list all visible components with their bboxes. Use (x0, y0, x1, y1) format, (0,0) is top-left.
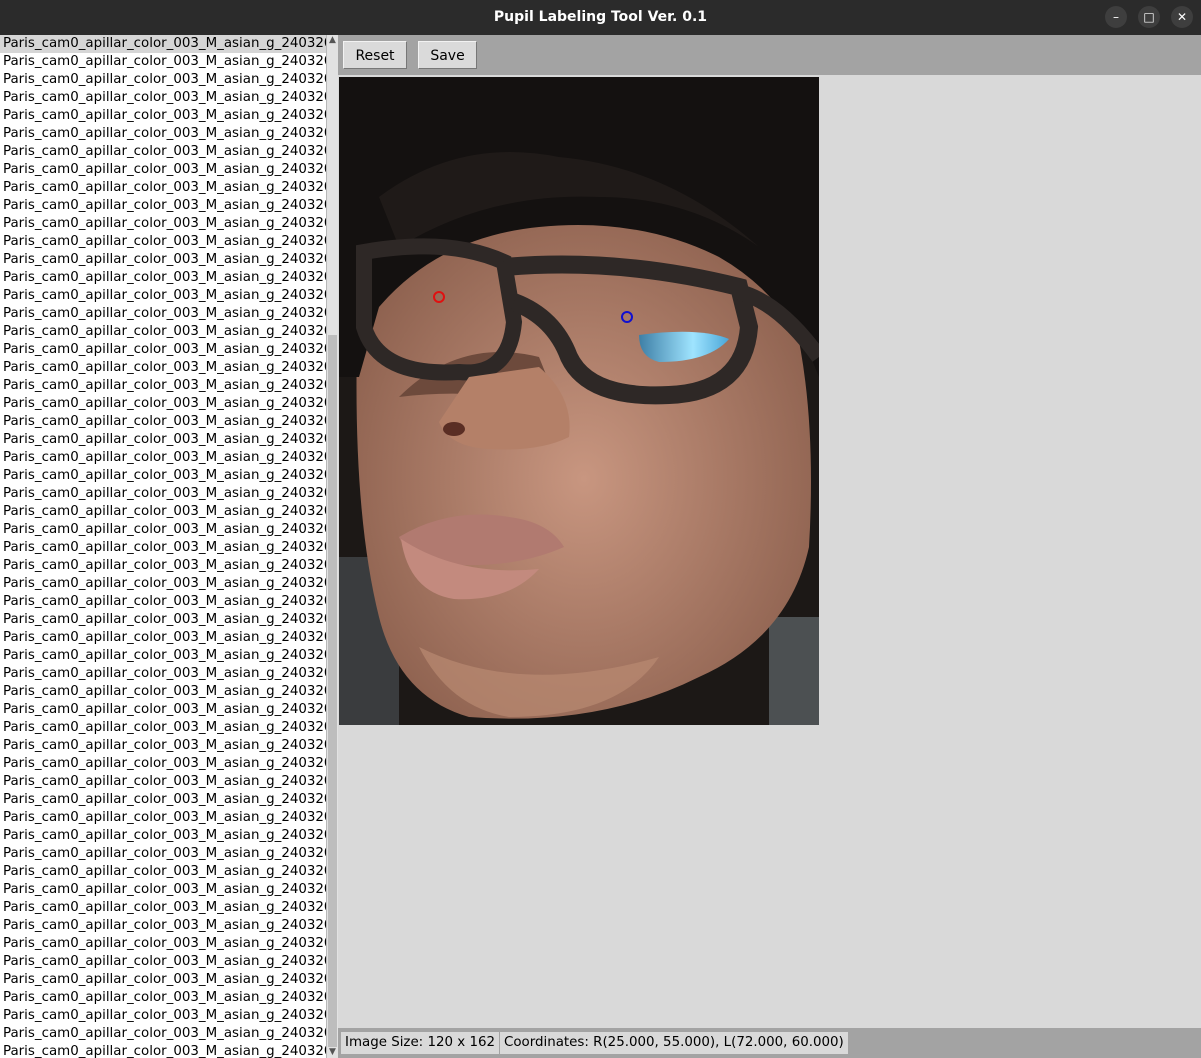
file-list-item[interactable]: Paris_cam0_apillar_color_003_M_asian_g_2… (0, 413, 326, 431)
save-button[interactable]: Save (418, 41, 477, 69)
image-size-label: Image Size: 120 x 162 (341, 1032, 500, 1054)
file-list-item[interactable]: Paris_cam0_apillar_color_003_M_asian_g_2… (0, 611, 326, 629)
file-list-item[interactable]: Paris_cam0_apillar_color_003_M_asian_g_2… (0, 881, 326, 899)
file-list-item[interactable]: Paris_cam0_apillar_color_003_M_asian_g_2… (0, 935, 326, 953)
file-list-item[interactable]: Paris_cam0_apillar_color_003_M_asian_g_2… (0, 323, 326, 341)
file-list-item[interactable]: Paris_cam0_apillar_color_003_M_asian_g_2… (0, 917, 326, 935)
window-title: Pupil Labeling Tool Ver. 0.1 (493, 9, 708, 25)
scroll-down-arrow-icon[interactable]: ▼ (327, 1047, 338, 1058)
file-list-item[interactable]: Paris_cam0_apillar_color_003_M_asian_g_2… (0, 71, 326, 89)
toolbar: Reset Save (338, 35, 1201, 75)
file-list-item[interactable]: Paris_cam0_apillar_color_003_M_asian_g_2… (0, 161, 326, 179)
file-list-item[interactable]: Paris_cam0_apillar_color_003_M_asian_g_2… (0, 89, 326, 107)
file-list-item[interactable]: Paris_cam0_apillar_color_003_M_asian_g_2… (0, 1043, 326, 1058)
file-list-item[interactable]: Paris_cam0_apillar_color_003_M_asian_g_2… (0, 773, 326, 791)
scrollbar-thumb[interactable] (328, 335, 337, 1047)
file-list-item[interactable]: Paris_cam0_apillar_color_003_M_asian_g_2… (0, 179, 326, 197)
file-list-item[interactable]: Paris_cam0_apillar_color_003_M_asian_g_2… (0, 125, 326, 143)
file-list-item[interactable]: Paris_cam0_apillar_color_003_M_asian_g_2… (0, 377, 326, 395)
file-list-item[interactable]: Paris_cam0_apillar_color_003_M_asian_g_2… (0, 233, 326, 251)
close-button[interactable]: ✕ (1171, 6, 1193, 28)
file-list-item[interactable]: Paris_cam0_apillar_color_003_M_asian_g_2… (0, 1025, 326, 1043)
file-list-item[interactable]: Paris_cam0_apillar_color_003_M_asian_g_2… (0, 287, 326, 305)
file-list-item[interactable]: Paris_cam0_apillar_color_003_M_asian_g_2… (0, 953, 326, 971)
file-list-item[interactable]: Paris_cam0_apillar_color_003_M_asian_g_2… (0, 719, 326, 737)
file-list-item[interactable]: Paris_cam0_apillar_color_003_M_asian_g_2… (0, 899, 326, 917)
file-list-items: Paris_cam0_apillar_color_003_M_asian_g_2… (0, 35, 326, 1058)
file-list-item[interactable]: Paris_cam0_apillar_color_003_M_asian_g_2… (0, 647, 326, 665)
file-list-item[interactable]: Paris_cam0_apillar_color_003_M_asian_g_2… (0, 359, 326, 377)
file-list-item[interactable]: Paris_cam0_apillar_color_003_M_asian_g_2… (0, 521, 326, 539)
file-list-item[interactable]: Paris_cam0_apillar_color_003_M_asian_g_2… (0, 1007, 326, 1025)
coordinates-label: Coordinates: R(25.000, 55.000), L(72.000… (500, 1032, 848, 1054)
maximize-button[interactable]: □ (1138, 6, 1160, 28)
file-list-item[interactable]: Paris_cam0_apillar_color_003_M_asian_g_2… (0, 971, 326, 989)
file-list-item[interactable]: Paris_cam0_apillar_color_003_M_asian_g_2… (0, 251, 326, 269)
file-list-item[interactable]: Paris_cam0_apillar_color_003_M_asian_g_2… (0, 35, 326, 53)
file-list-item[interactable]: Paris_cam0_apillar_color_003_M_asian_g_2… (0, 503, 326, 521)
file-list-item[interactable]: Paris_cam0_apillar_color_003_M_asian_g_2… (0, 107, 326, 125)
file-list-item[interactable]: Paris_cam0_apillar_color_003_M_asian_g_2… (0, 143, 326, 161)
face-image[interactable] (339, 77, 819, 725)
image-canvas[interactable] (338, 75, 1201, 1028)
file-list-item[interactable]: Paris_cam0_apillar_color_003_M_asian_g_2… (0, 449, 326, 467)
file-list-item[interactable]: Paris_cam0_apillar_color_003_M_asian_g_2… (0, 791, 326, 809)
file-list-item[interactable]: Paris_cam0_apillar_color_003_M_asian_g_2… (0, 557, 326, 575)
title-bar: Pupil Labeling Tool Ver. 0.1 – □ ✕ (0, 0, 1201, 35)
minimize-button[interactable]: – (1105, 6, 1127, 28)
file-list-item[interactable]: Paris_cam0_apillar_color_003_M_asian_g_2… (0, 701, 326, 719)
file-list-item[interactable]: Paris_cam0_apillar_color_003_M_asian_g_2… (0, 485, 326, 503)
file-list-item[interactable]: Paris_cam0_apillar_color_003_M_asian_g_2… (0, 395, 326, 413)
file-list-item[interactable]: Paris_cam0_apillar_color_003_M_asian_g_2… (0, 305, 326, 323)
file-list-item[interactable]: Paris_cam0_apillar_color_003_M_asian_g_2… (0, 989, 326, 1007)
file-list-item[interactable]: Paris_cam0_apillar_color_003_M_asian_g_2… (0, 197, 326, 215)
file-list-item[interactable]: Paris_cam0_apillar_color_003_M_asian_g_2… (0, 215, 326, 233)
file-list-item[interactable]: Paris_cam0_apillar_color_003_M_asian_g_2… (0, 665, 326, 683)
file-list-item[interactable]: Paris_cam0_apillar_color_003_M_asian_g_2… (0, 629, 326, 647)
file-list-item[interactable]: Paris_cam0_apillar_color_003_M_asian_g_2… (0, 431, 326, 449)
file-list-item[interactable]: Paris_cam0_apillar_color_003_M_asian_g_2… (0, 809, 326, 827)
file-list-item[interactable]: Paris_cam0_apillar_color_003_M_asian_g_2… (0, 593, 326, 611)
file-list-item[interactable]: Paris_cam0_apillar_color_003_M_asian_g_2… (0, 575, 326, 593)
status-bar: Image Size: 120 x 162 Coordinates: R(25.… (338, 1028, 1201, 1058)
file-list-item[interactable]: Paris_cam0_apillar_color_003_M_asian_g_2… (0, 863, 326, 881)
file-list-item[interactable]: Paris_cam0_apillar_color_003_M_asian_g_2… (0, 53, 326, 71)
file-list-item[interactable]: Paris_cam0_apillar_color_003_M_asian_g_2… (0, 341, 326, 359)
file-list-scrollbar[interactable]: ▲ ▼ (326, 35, 338, 1058)
file-list-item[interactable]: Paris_cam0_apillar_color_003_M_asian_g_2… (0, 845, 326, 863)
file-list-item[interactable]: Paris_cam0_apillar_color_003_M_asian_g_2… (0, 683, 326, 701)
file-list-item[interactable]: Paris_cam0_apillar_color_003_M_asian_g_2… (0, 755, 326, 773)
scroll-up-arrow-icon[interactable]: ▲ (327, 35, 338, 46)
file-list-item[interactable]: Paris_cam0_apillar_color_003_M_asian_g_2… (0, 269, 326, 287)
file-list-item[interactable]: Paris_cam0_apillar_color_003_M_asian_g_2… (0, 737, 326, 755)
file-list-item[interactable]: Paris_cam0_apillar_color_003_M_asian_g_2… (0, 827, 326, 845)
file-list-item[interactable]: Paris_cam0_apillar_color_003_M_asian_g_2… (0, 539, 326, 557)
reset-button[interactable]: Reset (343, 41, 407, 69)
file-list[interactable]: Paris_cam0_apillar_color_003_M_asian_g_2… (0, 35, 327, 1058)
file-list-item[interactable]: Paris_cam0_apillar_color_003_M_asian_g_2… (0, 467, 326, 485)
